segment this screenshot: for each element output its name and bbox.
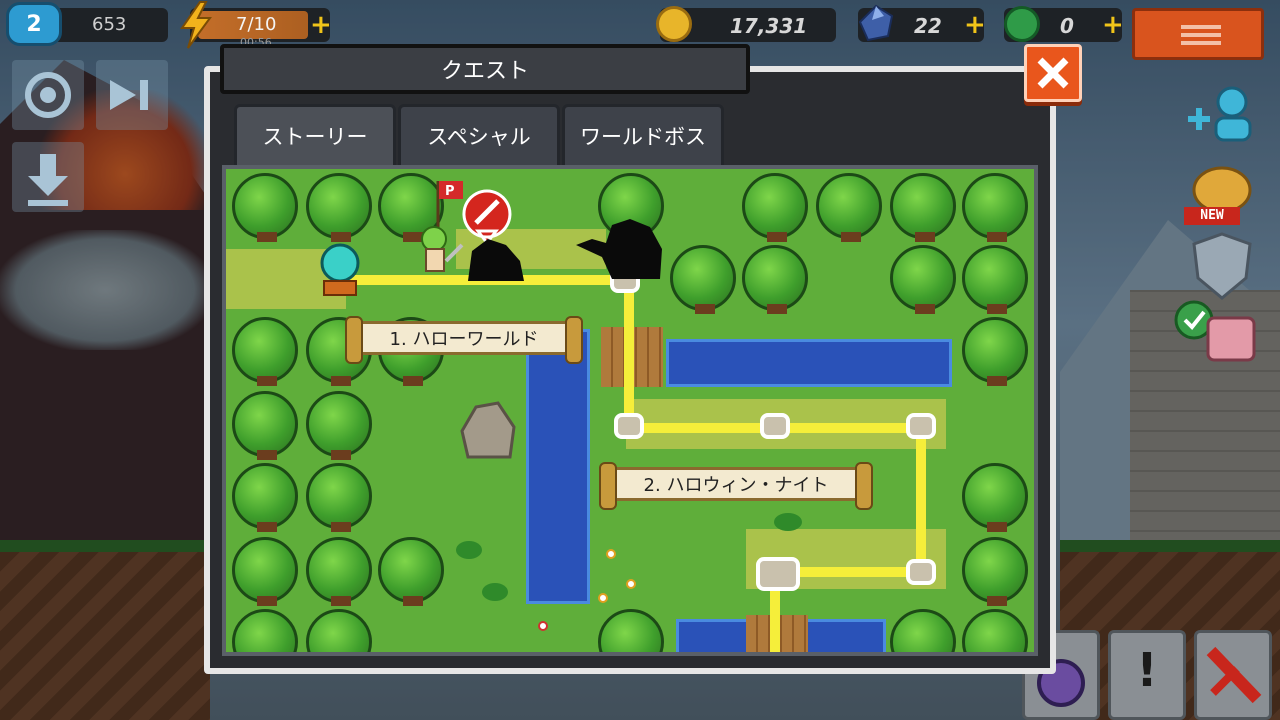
hamburger-icon-line-2: [1181, 33, 1221, 37]
river-horizontal: [666, 339, 952, 387]
tree: [890, 609, 956, 652]
close-button[interactable]: [1024, 44, 1082, 102]
mission-scroll-icon[interactable]: [1174, 300, 1264, 374]
tree: [306, 391, 372, 460]
alert-button[interactable]: !: [1108, 630, 1186, 720]
tree: [232, 463, 298, 532]
quest-node[interactable]: [756, 557, 800, 591]
bush: [456, 541, 482, 559]
tree: [232, 391, 298, 460]
tree: [962, 173, 1028, 242]
bush: [774, 513, 802, 531]
crystal-portal[interactable]: [316, 243, 364, 299]
quest-map: P 1. ハローワールド 2. ハロウィン・ナイト: [222, 165, 1038, 656]
tree: [962, 463, 1028, 532]
add-friend-icon[interactable]: [1184, 80, 1264, 150]
ticket-value: 0: [1060, 14, 1074, 38]
dialog-title: クエスト: [220, 44, 750, 94]
download-icon: [28, 154, 68, 206]
tree: [232, 537, 298, 606]
close-icon: [1037, 57, 1069, 89]
tree: [742, 173, 808, 242]
tab-special[interactable]: スペシャル: [398, 104, 560, 168]
exclamation-icon: !: [1136, 643, 1158, 697]
tree: [306, 173, 372, 242]
level-badge: 2: [6, 2, 62, 46]
sword-icon: [1206, 646, 1262, 704]
flower: [606, 549, 616, 559]
tree: [742, 245, 808, 314]
menu-button[interactable]: [1132, 8, 1264, 60]
tab-world-boss[interactable]: ワールドボス: [562, 104, 724, 168]
boss-silhouette: [576, 219, 662, 279]
tree: [890, 173, 956, 242]
ticket-icon: [1004, 6, 1040, 42]
flower: [538, 621, 548, 631]
river-vertical: [526, 329, 590, 604]
gold-value: 17,331: [730, 14, 808, 38]
exp-value: 653: [92, 14, 127, 35]
boulder: [460, 401, 516, 459]
add-stamina-button[interactable]: +: [310, 12, 332, 38]
quest-node[interactable]: [906, 413, 936, 439]
gem-icon: [858, 4, 894, 42]
flower: [598, 593, 608, 603]
quest-label-1[interactable]: 1. ハローワールド: [345, 316, 583, 364]
tree: [306, 463, 372, 532]
tree: [232, 317, 298, 386]
tree: [962, 609, 1028, 652]
battle-button[interactable]: [1194, 630, 1272, 720]
lightning-icon: [180, 0, 212, 49]
flower: [626, 579, 636, 589]
tree: [890, 245, 956, 314]
download-button[interactable]: [12, 142, 84, 212]
flag-letter: P: [445, 184, 455, 199]
tree: [306, 537, 372, 606]
skip-button[interactable]: [96, 60, 168, 130]
enemy-silhouette: [468, 239, 524, 281]
guild-shield-icon[interactable]: [1188, 230, 1256, 302]
tab-story[interactable]: ストーリー: [234, 104, 396, 168]
hamburger-icon-line-3: [1181, 41, 1221, 45]
tree: [232, 609, 298, 652]
hamburger-icon-line-1: [1181, 25, 1221, 29]
treasure-bag-icon[interactable]: [1190, 158, 1254, 214]
add-tickets-button[interactable]: +: [1102, 12, 1124, 38]
quest-node[interactable]: [614, 413, 644, 439]
tree: [598, 609, 664, 652]
target-button[interactable]: [12, 60, 84, 130]
tree: [962, 317, 1028, 386]
stamina-value: 7/10: [236, 14, 277, 35]
skip-arrow-icon: [110, 80, 148, 110]
tree: [962, 245, 1028, 314]
target-icon: [25, 72, 71, 118]
quest-node[interactable]: [760, 413, 790, 439]
tree: [232, 173, 298, 242]
tree: [378, 537, 444, 606]
tree: [306, 609, 372, 652]
tree: [816, 173, 882, 242]
quest-label-2[interactable]: 2. ハロウィン・ナイト: [599, 462, 873, 510]
quest-node[interactable]: [906, 559, 936, 585]
tree: [670, 245, 736, 314]
add-gems-button[interactable]: +: [964, 12, 986, 38]
path-segment: [916, 425, 926, 575]
bush: [482, 583, 508, 601]
coin-icon: [656, 6, 692, 42]
new-badge: NEW: [1184, 207, 1240, 225]
path-segment: [624, 279, 634, 429]
tree: [962, 537, 1028, 606]
gem-value: 22: [914, 14, 942, 38]
